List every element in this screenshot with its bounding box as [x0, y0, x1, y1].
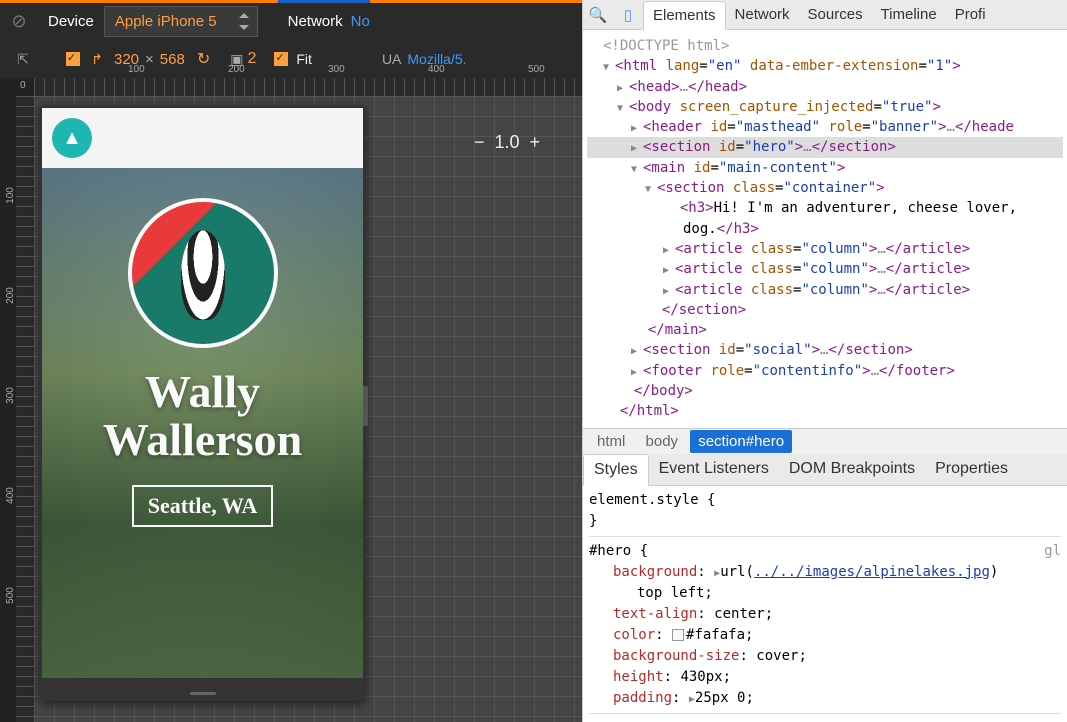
tab-elements[interactable]: Elements — [643, 1, 726, 30]
dom-doctype[interactable]: <!DOCTYPE html> — [587, 36, 1063, 56]
zoom-control: − 1.0 + — [474, 132, 540, 153]
devtools-pane: 🔍 ▯ Elements Network Sources Timeline Pr… — [582, 0, 1067, 722]
dom-node[interactable]: ▶<footer role="contentinfo">…</footer> — [587, 361, 1063, 381]
device-label: Device — [38, 13, 104, 30]
tab-event-listeners[interactable]: Event Listeners — [649, 454, 779, 485]
ruler-tick: 300 — [328, 64, 345, 75]
disabled-icon[interactable]: ⊘ — [0, 11, 38, 32]
fit-checkbox[interactable] — [274, 52, 288, 66]
breadcrumb: html body section#hero — [583, 428, 1067, 454]
dom-node[interactable]: ▶<head>…</head> — [587, 77, 1063, 97]
dom-node[interactable]: </section> — [587, 300, 1063, 320]
css-prop[interactable]: padding — [589, 690, 672, 706]
ruler-tick: 400 — [428, 64, 445, 75]
crumb-selected[interactable]: section#hero — [690, 430, 792, 453]
dom-node[interactable]: <h3>Hi! I'm an adventurer, cheese lover, — [587, 198, 1063, 218]
style-rule[interactable]: element.style { } — [589, 490, 1061, 537]
network-value[interactable]: No — [351, 13, 370, 30]
rule-source[interactable]: gl — [1044, 541, 1061, 562]
dom-node[interactable]: ▶<article class="column">…</article> — [587, 259, 1063, 279]
dom-node-selected[interactable]: ▶<section id="hero">…</section> — [587, 137, 1063, 157]
selector[interactable]: #hero { — [589, 543, 648, 559]
emu-toolbar: ⊘ Device Apple iPhone 5 Network No — [0, 0, 582, 40]
dom-text[interactable]: dog.</h3> — [587, 219, 1063, 239]
emu-dpr[interactable]: 2 — [247, 50, 256, 68]
avatar — [128, 198, 278, 348]
tab-sources[interactable]: Sources — [799, 1, 872, 28]
dom-node[interactable]: ▼<body screen_capture_injected="true"> — [587, 97, 1063, 117]
emu-height[interactable]: 568 — [160, 51, 185, 68]
zoom-value: 1.0 — [495, 132, 520, 153]
tab-profiles[interactable]: Profi — [946, 1, 995, 28]
css-prop[interactable]: height — [589, 669, 664, 685]
tab-timeline[interactable]: Timeline — [872, 1, 946, 28]
emulator-pane: ⊘ Device Apple iPhone 5 Network No ⇱ ↱ 3… — [0, 0, 582, 722]
ruler-tick: 200 — [228, 64, 245, 75]
css-prop[interactable]: background-size — [589, 648, 739, 664]
inspector-icon[interactable]: ⇱ — [10, 46, 36, 72]
styles-panel[interactable]: element.style { } #hero {gl background: … — [583, 486, 1067, 722]
device-mode-icon[interactable]: ▯ — [613, 6, 643, 24]
ruler-tick: 300 — [5, 387, 16, 404]
mountain-icon[interactable]: ▲ — [52, 118, 92, 158]
css-prop[interactable]: color — [589, 627, 655, 643]
dom-node[interactable]: ▼<html lang="en" data-ember-extension="1… — [587, 56, 1063, 76]
ruler-horizontal: 100 200 300 400 500 — [34, 78, 582, 96]
css-prop[interactable]: text-align — [589, 606, 697, 622]
home-indicator-icon — [190, 692, 216, 695]
dom-node[interactable]: </html> — [587, 401, 1063, 421]
times-icon: × — [145, 51, 154, 68]
swap-icon[interactable]: ↱ — [84, 46, 110, 72]
network-group: Network No — [278, 0, 370, 40]
emu-subtoolbar: ⇱ ↱ 320 × 568 ↻ ▣ 2 Fit UA Mozilla/5. — [0, 40, 582, 78]
hero-section: Wally Wallerson Seattle, WA — [42, 168, 363, 678]
dom-node[interactable]: ▶<section id="social">…</section> — [587, 340, 1063, 360]
device-select[interactable]: Apple iPhone 5 — [104, 6, 258, 37]
tab-properties[interactable]: Properties — [925, 454, 1018, 485]
crumb[interactable]: html — [589, 430, 633, 453]
ruler-vertical: 100 200 300 400 500 — [16, 96, 34, 722]
zoom-out-icon[interactable]: − — [474, 132, 485, 153]
styles-tabs: Styles Event Listeners DOM Breakpoints P… — [583, 454, 1067, 486]
fit-label: Fit — [296, 51, 312, 67]
emu-canvas: − 1.0 + ▲ Wally Wallerson Seattle, WA — [34, 96, 582, 722]
dom-node[interactable]: ▶<article class="column">…</article> — [587, 280, 1063, 300]
css-url-link[interactable]: ../../images/alpinelakes.jpg — [754, 564, 990, 580]
search-icon[interactable]: 🔍 — [583, 6, 613, 24]
dom-node[interactable]: ▶<header id="masthead" role="banner">…</… — [587, 117, 1063, 137]
style-rule[interactable]: #hero {gl background: ▶url(../../images/… — [589, 541, 1061, 714]
dom-node[interactable]: </main> — [587, 320, 1063, 340]
site-header: ▲ — [42, 108, 363, 168]
css-prop[interactable]: background — [589, 564, 697, 580]
dom-node[interactable]: ▶<article class="column">…</article> — [587, 239, 1063, 259]
ruler-tick: 500 — [528, 64, 545, 75]
ruler-origin: 0 — [20, 80, 26, 91]
ruler-tick: 100 — [128, 64, 145, 75]
ruler-tick: 500 — [5, 587, 16, 604]
zoom-in-icon[interactable]: + — [530, 132, 541, 153]
tab-network[interactable]: Network — [726, 1, 799, 28]
device-screen[interactable]: ▲ Wally Wallerson Seattle, WA — [42, 108, 363, 678]
dim-checkbox[interactable] — [66, 52, 80, 66]
dom-node[interactable]: ▼<section class="container"> — [587, 178, 1063, 198]
tab-styles[interactable]: Styles — [583, 454, 649, 486]
crumb[interactable]: body — [638, 430, 687, 453]
dom-node[interactable]: </body> — [587, 381, 1063, 401]
devtools-tabs: 🔍 ▯ Elements Network Sources Timeline Pr… — [583, 0, 1067, 30]
reload-icon[interactable]: ↻ — [197, 49, 210, 69]
device-frame: ▲ Wally Wallerson Seattle, WA — [40, 106, 365, 701]
ruler-tick: 100 — [5, 187, 16, 204]
tab-dom-breakpoints[interactable]: DOM Breakpoints — [779, 454, 925, 485]
ruler-tick: 200 — [5, 287, 16, 304]
network-label: Network — [288, 13, 343, 30]
dom-node[interactable]: ▼<main id="main-content"> — [587, 158, 1063, 178]
hero-location: Seattle, WA — [132, 485, 274, 527]
ua-label: UA — [382, 51, 401, 67]
color-swatch-icon[interactable] — [672, 629, 684, 641]
hero-name-line1: Wally — [42, 368, 363, 416]
dom-tree[interactable]: <!DOCTYPE html> ▼<html lang="en" data-em… — [583, 30, 1067, 428]
selector-element-style[interactable]: element.style { — [589, 490, 1061, 511]
ruler-tick: 400 — [5, 487, 16, 504]
hero-name-line2: Wallerson — [42, 416, 363, 464]
